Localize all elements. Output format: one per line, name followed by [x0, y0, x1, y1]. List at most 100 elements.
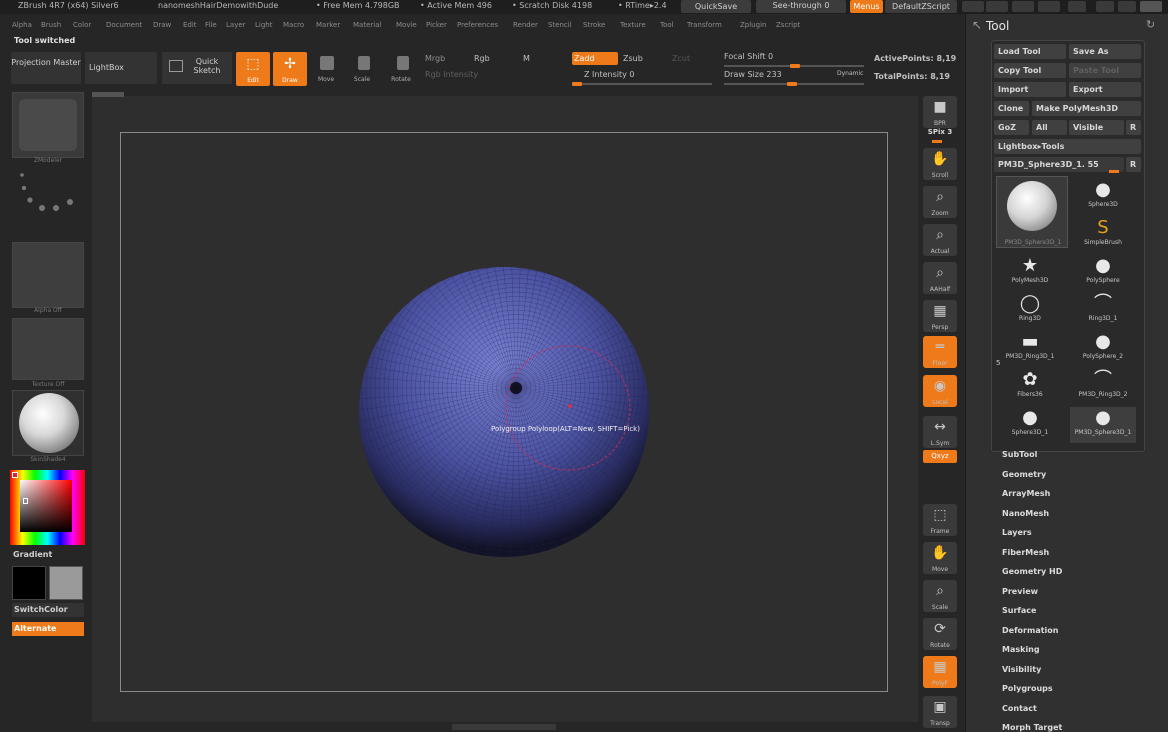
pin-icon[interactable]: ↖	[972, 18, 982, 32]
refresh-icon[interactable]: ↻	[1146, 18, 1155, 31]
see-through-slider[interactable]: See-through 0	[756, 0, 846, 13]
goz-button[interactable]: GoZ	[994, 120, 1029, 135]
canvas-scroll-handle[interactable]	[92, 92, 124, 97]
spix-slider[interactable]: SPix 3	[923, 128, 957, 136]
secondary-color-swatch[interactable]	[49, 566, 83, 600]
shelf-aahalf-button[interactable]: ⌕ AAHalf	[923, 262, 957, 294]
spix-knob[interactable]	[932, 140, 942, 143]
section-visibility[interactable]: Visibility	[1002, 665, 1041, 674]
lightbox-tools-button[interactable]: Lightbox▸Tools	[994, 139, 1141, 154]
menu-item[interactable]: Picker	[426, 21, 447, 29]
menu-item[interactable]: Texture	[620, 21, 646, 29]
import-button[interactable]: Import	[994, 82, 1066, 97]
save-as-button[interactable]: Save As	[1069, 44, 1141, 59]
shelf-frame-button[interactable]: ⬚ Frame	[923, 504, 957, 536]
focal-shift-knob[interactable]	[790, 64, 800, 68]
shelf-transp-button[interactable]: ▣ Transp	[923, 696, 957, 728]
z-intensity-slider[interactable]: Z Intensity 0	[584, 70, 634, 79]
menu-item[interactable]: Movie	[396, 21, 417, 29]
alpha-thumbnail[interactable]	[12, 242, 84, 308]
shelf-move-button[interactable]: ✋ Move	[923, 542, 957, 574]
menu-item[interactable]: Edit	[183, 21, 197, 29]
rgb-button[interactable]: Rgb	[474, 54, 490, 63]
switch-color-button[interactable]: SwitchColor	[12, 603, 84, 617]
visible-button[interactable]: Visible	[1069, 120, 1124, 135]
menu-item[interactable]: Zplugin	[740, 21, 766, 29]
draw-size-knob[interactable]	[787, 82, 797, 86]
color-picker[interactable]	[10, 470, 85, 545]
mrgb-button[interactable]: Mrgb	[425, 54, 445, 63]
draw-size-slider[interactable]: Draw Size 233	[724, 70, 782, 79]
tool-item-pm3d-ring3d-1[interactable]: ▬ PM3D_Ring3D_1	[997, 331, 1063, 360]
section-geometry[interactable]: Geometry	[1002, 470, 1046, 479]
r-button[interactable]: R	[1126, 120, 1141, 135]
menu-item[interactable]: Layer	[226, 21, 246, 29]
z-intensity-track[interactable]	[572, 83, 712, 85]
layout-icon[interactable]	[1012, 1, 1034, 12]
tool-item-simplebrush[interactable]: S SimpleBrush	[1070, 217, 1136, 246]
shelf-l-sym-button[interactable]: ↔ L.Sym	[923, 416, 957, 448]
zadd-button[interactable]: Zadd	[572, 52, 618, 65]
default-zscript-button[interactable]: DefaultZScript	[885, 0, 957, 13]
menu-item[interactable]: Color	[73, 21, 91, 29]
shelf-scale-button[interactable]: ⌕ Scale	[923, 580, 957, 612]
tool-item-ring3d[interactable]: ◯ Ring3D	[997, 293, 1063, 322]
section-morph-target[interactable]: Morph Target	[1002, 723, 1062, 732]
section-arraymesh[interactable]: ArrayMesh	[1002, 489, 1050, 498]
lock-icon[interactable]	[1068, 1, 1086, 12]
tool-item-sphere3d-1[interactable]: ● Sphere3D_1	[997, 407, 1063, 436]
menu-item[interactable]: Render	[513, 21, 538, 29]
menu-item[interactable]: Macro	[283, 21, 304, 29]
color-square[interactable]	[20, 480, 72, 532]
section-preview[interactable]: Preview	[1002, 587, 1038, 596]
clone-button[interactable]: Clone	[994, 101, 1029, 116]
texture-thumbnail[interactable]	[12, 318, 84, 380]
dynamic-button[interactable]: Dynamic	[837, 70, 863, 77]
section-geometry-hd[interactable]: Geometry HD	[1002, 567, 1062, 576]
current-tool-knob[interactable]	[1109, 170, 1119, 173]
tool-item-ring3d-1[interactable]: ⌒ Ring3D_1	[1070, 293, 1136, 322]
shelf-zoom-button[interactable]: ⌕ Zoom	[923, 186, 957, 218]
export-button[interactable]: Export	[1069, 82, 1141, 97]
section-surface[interactable]: Surface	[1002, 606, 1036, 615]
shelf-bpr-button[interactable]: ■ BPR	[923, 96, 957, 128]
current-tool-thumbnail[interactable]: PM3D_Sphere3D_1	[996, 176, 1068, 248]
tool-item-fibers36[interactable]: ✿ Fibers36	[997, 369, 1063, 398]
draw-button[interactable]: ✢ Draw	[273, 52, 307, 86]
load-tool-button[interactable]: Load Tool	[994, 44, 1066, 59]
menu-item[interactable]: Document	[106, 21, 142, 29]
menus-button[interactable]: Menus	[850, 0, 883, 13]
menu-item[interactable]: Draw	[153, 21, 171, 29]
bottom-tray-handle[interactable]	[452, 724, 556, 730]
window-arrows-icon[interactable]	[962, 1, 984, 12]
projection-master-button[interactable]: Projection Master	[11, 52, 81, 84]
tool-item-polymesh3d[interactable]: ★ PolyMesh3D	[997, 255, 1063, 284]
menu-item[interactable]: Tool	[660, 21, 674, 29]
section-fibermesh[interactable]: FiberMesh	[1002, 548, 1049, 557]
zcut-button[interactable]: Zcut	[672, 54, 690, 63]
brush-thumbnail[interactable]	[12, 92, 84, 158]
scale-button[interactable]: Scale	[346, 52, 380, 86]
stroke-thumbnail[interactable]	[12, 168, 84, 224]
m-button[interactable]: M	[523, 54, 530, 63]
quicksave-button[interactable]: QuickSave	[681, 0, 751, 13]
shelf-rotate-button[interactable]: ⟳ Rotate	[923, 618, 957, 650]
menu-item[interactable]: Preferences	[457, 21, 498, 29]
menu-item[interactable]: Zscript	[776, 21, 800, 29]
r-button-2[interactable]: R	[1126, 157, 1141, 172]
section-layers[interactable]: Layers	[1002, 528, 1032, 537]
shelf-local-button[interactable]: ◉ Local	[923, 375, 957, 407]
rotate-button[interactable]: Rotate	[385, 52, 419, 86]
tool-item-polysphere-2[interactable]: ● PolySphere_2	[1070, 331, 1136, 360]
shelf-persp-button[interactable]: ▦ Persp	[923, 300, 957, 332]
section-subtool[interactable]: SubTool	[1002, 450, 1037, 459]
material-thumbnail[interactable]	[12, 390, 84, 456]
close-icon[interactable]	[1140, 1, 1162, 12]
tool-item-polysphere[interactable]: ● PolySphere	[1070, 255, 1136, 284]
window-arrows-icon[interactable]	[986, 1, 1008, 12]
section-deformation[interactable]: Deformation	[1002, 626, 1058, 635]
section-contact[interactable]: Contact	[1002, 704, 1037, 713]
menu-item[interactable]: Material	[353, 21, 381, 29]
lightbox-button[interactable]: LightBox	[85, 52, 157, 84]
sphere-mesh[interactable]	[358, 266, 650, 558]
